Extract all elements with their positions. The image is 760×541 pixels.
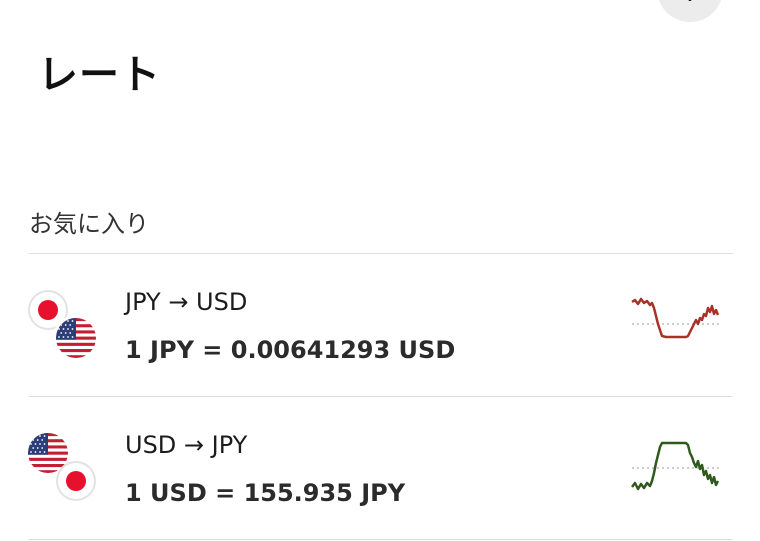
rate-row-usd-jpy[interactable]: USD → JPY 1 USD = 155.935 JPY [0, 397, 760, 540]
currency-flag-pair [26, 290, 106, 370]
us-flag-icon [56, 318, 96, 358]
rate-value: 1 JPY = 0.00641293 USD [125, 336, 456, 364]
rate-pair-label: USD → JPY [125, 431, 248, 459]
plus-icon: + [681, 0, 699, 6]
page-title: レート [38, 52, 161, 98]
rate-pair-label: JPY → USD [125, 288, 248, 316]
section-label-favorites: お気に入り [29, 210, 149, 238]
add-button[interactable]: + [657, 0, 723, 22]
trend-sparkline-down [631, 297, 720, 339]
japan-flag-icon [56, 461, 96, 501]
divider [29, 539, 733, 540]
rate-value: 1 USD = 155.935 JPY [125, 479, 406, 507]
trend-sparkline-up [631, 441, 720, 491]
rate-row-jpy-usd[interactable]: JPY → USD 1 JPY = 0.00641293 USD [0, 254, 760, 397]
currency-flag-pair [26, 433, 106, 513]
